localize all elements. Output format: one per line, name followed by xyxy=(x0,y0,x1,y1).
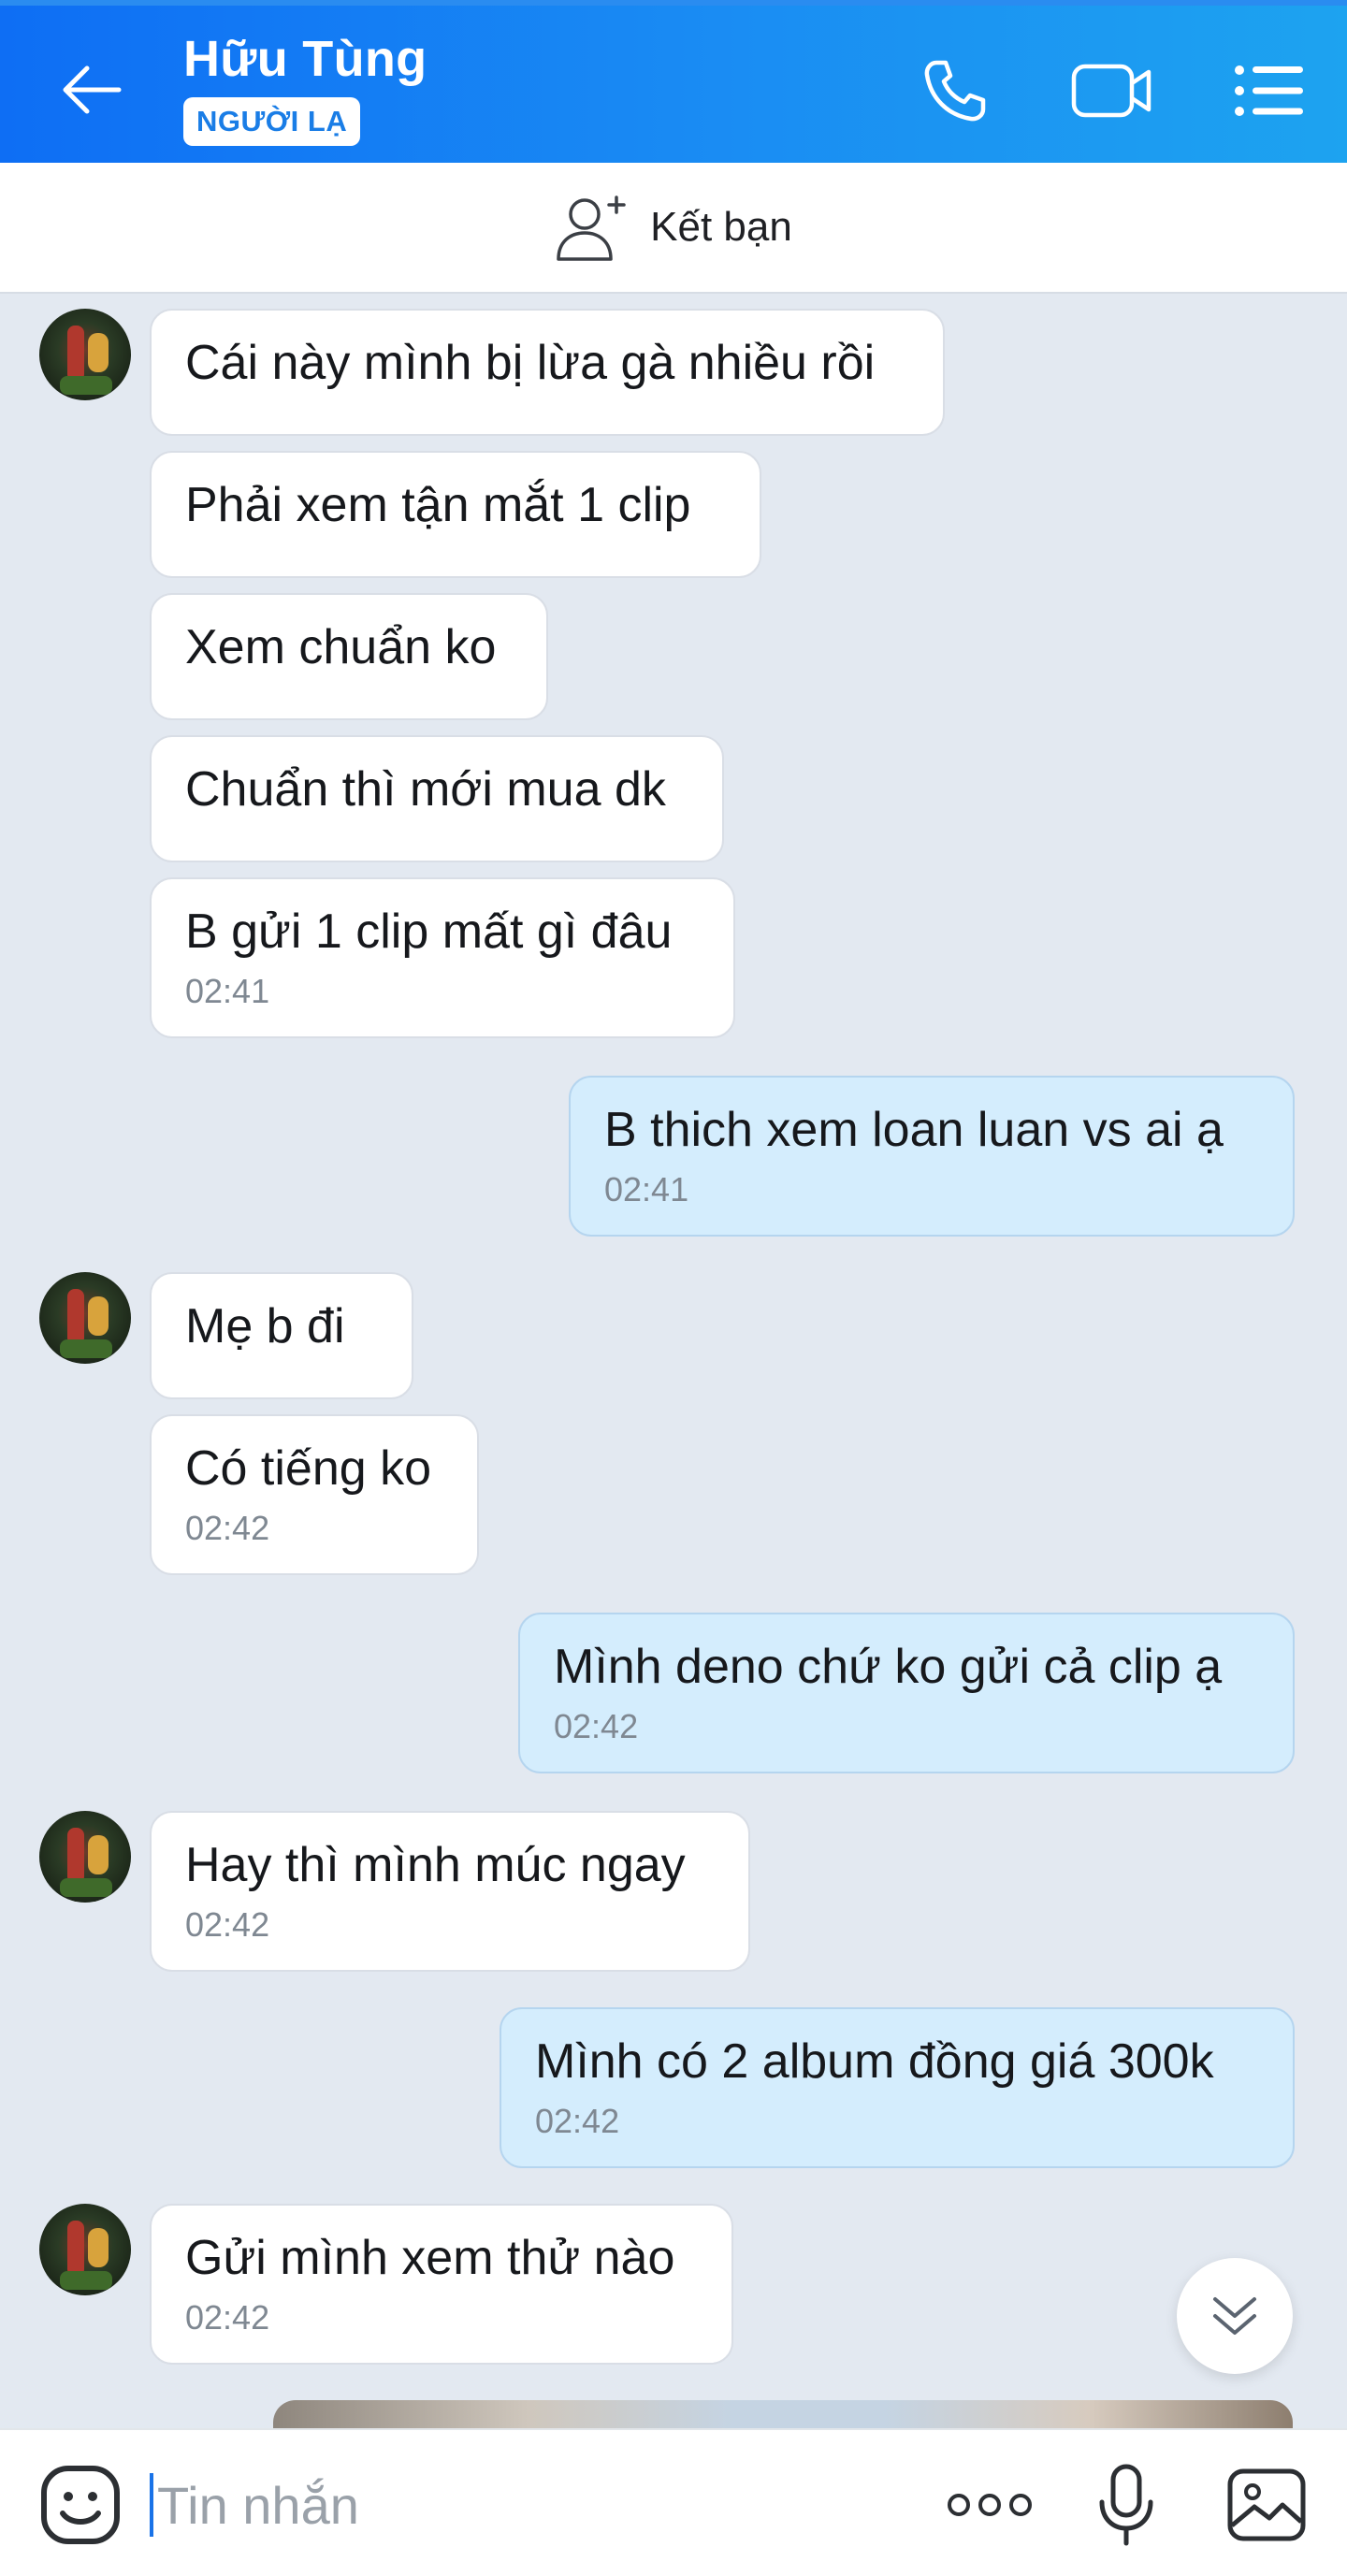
arrow-left-icon xyxy=(63,65,122,114)
incoming-message[interactable]: Có tiếng ko 02:42 xyxy=(150,1414,479,1575)
message-text: Mình có 2 album đồng giá 300k xyxy=(535,2034,1214,2089)
text-caret xyxy=(150,2473,153,2537)
message-time: 02:42 xyxy=(185,2298,270,2337)
message-text: Mình deno chứ ko gửi cả clip ạ xyxy=(554,1640,1223,1694)
contact-avatar[interactable] xyxy=(39,2204,131,2295)
options-menu-button[interactable] xyxy=(1227,49,1311,133)
video-call-button[interactable] xyxy=(1070,49,1154,133)
outgoing-message[interactable]: B thich xem loan luan vs ai ạ 02:41 xyxy=(569,1076,1295,1237)
message-text: Gửi mình xem thử nào xyxy=(185,2231,675,2285)
message-text: Xem chuẩn ko xyxy=(185,620,497,674)
message-text: Phải xem tận mắt 1 clip xyxy=(185,478,691,532)
message-time: 02:42 xyxy=(554,1707,639,1745)
emoji-button[interactable] xyxy=(34,2458,127,2552)
chat-header: Hữu Tùng NGƯỜI LẠ xyxy=(0,0,1347,163)
image-icon xyxy=(1227,2468,1306,2541)
message-time: 02:41 xyxy=(185,972,270,1010)
contact-avatar[interactable] xyxy=(39,1811,131,1903)
list-menu-icon xyxy=(1235,65,1303,116)
voice-call-button[interactable] xyxy=(913,49,997,133)
double-chevron-down-icon xyxy=(1213,2297,1256,2335)
emoji-icon xyxy=(41,2466,120,2544)
video-camera-icon xyxy=(1071,64,1151,118)
incoming-message[interactable]: Mẹ b đi xyxy=(150,1272,413,1399)
incoming-message[interactable]: Gửi mình xem thử nào 02:42 xyxy=(150,2204,733,2365)
message-text: Có tiếng ko xyxy=(185,1441,432,1496)
message-text: Mẹ b đi xyxy=(185,1299,345,1353)
more-options-button[interactable] xyxy=(943,2458,1036,2552)
add-friend-bar[interactable]: Kết bạn xyxy=(0,163,1347,294)
contact-avatar[interactable] xyxy=(39,309,131,400)
gallery-button[interactable] xyxy=(1220,2458,1313,2552)
back-button[interactable] xyxy=(54,52,129,127)
outgoing-message[interactable]: Mình deno chứ ko gửi cả clip ạ 02:42 xyxy=(518,1613,1295,1773)
incoming-message[interactable]: Hay thì mình múc ngay 02:42 xyxy=(150,1811,750,1972)
message-input-bar: Tin nhắn xyxy=(0,2428,1347,2576)
more-dots-icon xyxy=(948,2494,1032,2516)
message-time: 02:41 xyxy=(604,1170,689,1208)
message-text: B thich xem loan luan vs ai ạ xyxy=(604,1103,1224,1157)
contact-name[interactable]: Hữu Tùng xyxy=(183,30,427,88)
contact-avatar[interactable] xyxy=(39,1272,131,1364)
message-text: B gửi 1 clip mất gì đâu xyxy=(185,904,673,959)
voice-message-button[interactable] xyxy=(1079,2458,1173,2552)
incoming-message[interactable]: Chuẩn thì mới mua dk xyxy=(150,735,724,862)
incoming-message[interactable]: Cái này mình bị lừa gà nhiều rồi xyxy=(150,309,945,436)
message-text: Cái này mình bị lừa gà nhiều rồi xyxy=(185,336,876,390)
scroll-to-bottom-button[interactable] xyxy=(1177,2258,1293,2374)
message-text: Chuẩn thì mới mua dk xyxy=(185,762,666,817)
microphone-icon xyxy=(1099,2464,1153,2546)
message-input[interactable]: Tin nhắn xyxy=(150,2467,917,2542)
add-friend-label: Kết bạn xyxy=(650,204,792,250)
incoming-message[interactable]: Phải xem tận mắt 1 clip xyxy=(150,451,761,578)
add-user-icon xyxy=(557,195,626,261)
incoming-message[interactable]: Xem chuẩn ko xyxy=(150,593,548,720)
message-list[interactable]: Cái này mình bị lừa gà nhiều rồi Phải xe… xyxy=(0,296,1347,2428)
message-input-placeholder: Tin nhắn xyxy=(157,2475,359,2535)
stranger-badge: NGƯỜI LẠ xyxy=(183,97,361,146)
message-text: Hay thì mình múc ngay xyxy=(185,1838,686,1892)
message-time: 02:42 xyxy=(185,1905,270,1944)
outgoing-message[interactable]: Mình có 2 album đồng giá 300k 02:42 xyxy=(500,2007,1295,2168)
phone-icon xyxy=(924,60,986,122)
message-time: 02:42 xyxy=(535,2102,620,2140)
incoming-message[interactable]: B gửi 1 clip mất gì đâu 02:41 xyxy=(150,877,735,1038)
message-time: 02:42 xyxy=(185,1509,270,1547)
